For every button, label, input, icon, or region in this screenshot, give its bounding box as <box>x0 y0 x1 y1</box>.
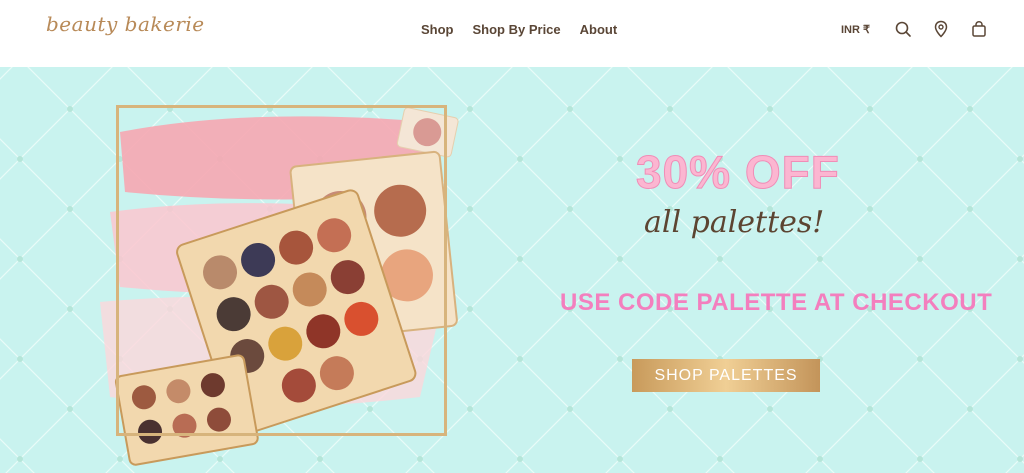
shop-palettes-button[interactable]: SHOP PALETTES <box>632 359 820 392</box>
site-header: beauty bakerie Shop Shop By Price About … <box>0 0 1024 67</box>
nav-item-shop-by-price[interactable]: Shop By Price <box>473 22 561 37</box>
promo-discount-heading: 30% OFF <box>636 146 840 199</box>
shopping-bag-icon[interactable] <box>970 20 988 38</box>
main-nav: Shop Shop By Price About <box>421 22 617 37</box>
search-icon[interactable] <box>894 20 912 38</box>
hero-banner[interactable]: 30% OFF all palettes! USE CODE PALETTE A… <box>0 67 1024 473</box>
nav-item-about[interactable]: About <box>580 22 618 37</box>
gold-frame <box>116 105 447 436</box>
nav-item-shop[interactable]: Shop <box>421 22 454 37</box>
location-pin-icon[interactable] <box>932 20 950 38</box>
header-utility: INR ₹ <box>841 20 988 38</box>
promo-code-text: USE CODE PALETTE AT CHECKOUT <box>560 289 993 316</box>
promo-subheading-script: all palettes! <box>644 205 825 240</box>
currency-selector[interactable]: INR ₹ <box>841 23 870 36</box>
brand-logo[interactable]: beauty bakerie <box>46 12 205 36</box>
